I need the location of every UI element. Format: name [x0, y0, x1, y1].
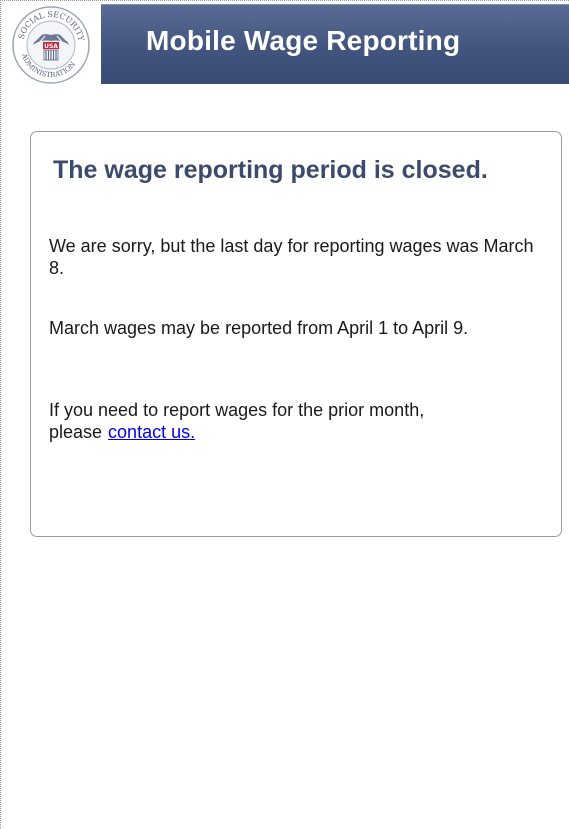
contact-us-link[interactable]: contact us. — [108, 422, 195, 442]
notice-paragraph-deadline: We are sorry, but the last day for repor… — [49, 236, 534, 278]
svg-text:USA: USA — [44, 43, 58, 50]
contact-prefix-text: If you need to report wages for the prio… — [49, 400, 425, 442]
page: SOCIAL SECURITY ADMINISTRATION USA Mobil… — [0, 0, 569, 829]
notice-card: The wage reporting period is closed. We … — [30, 131, 562, 537]
ssa-seal-icon: SOCIAL SECURITY ADMINISTRATION USA — [11, 5, 91, 85]
notice-paragraph-next-period: March wages may be reported from April 1… — [49, 318, 469, 338]
page-title: Mobile Wage Reporting — [146, 25, 461, 56]
notice-paragraph-contact: If you need to report wages for the prio… — [49, 399, 539, 443]
notice-heading: The wage reporting period is closed. — [53, 156, 488, 184]
header-bar: Mobile Wage Reporting — [101, 4, 569, 84]
